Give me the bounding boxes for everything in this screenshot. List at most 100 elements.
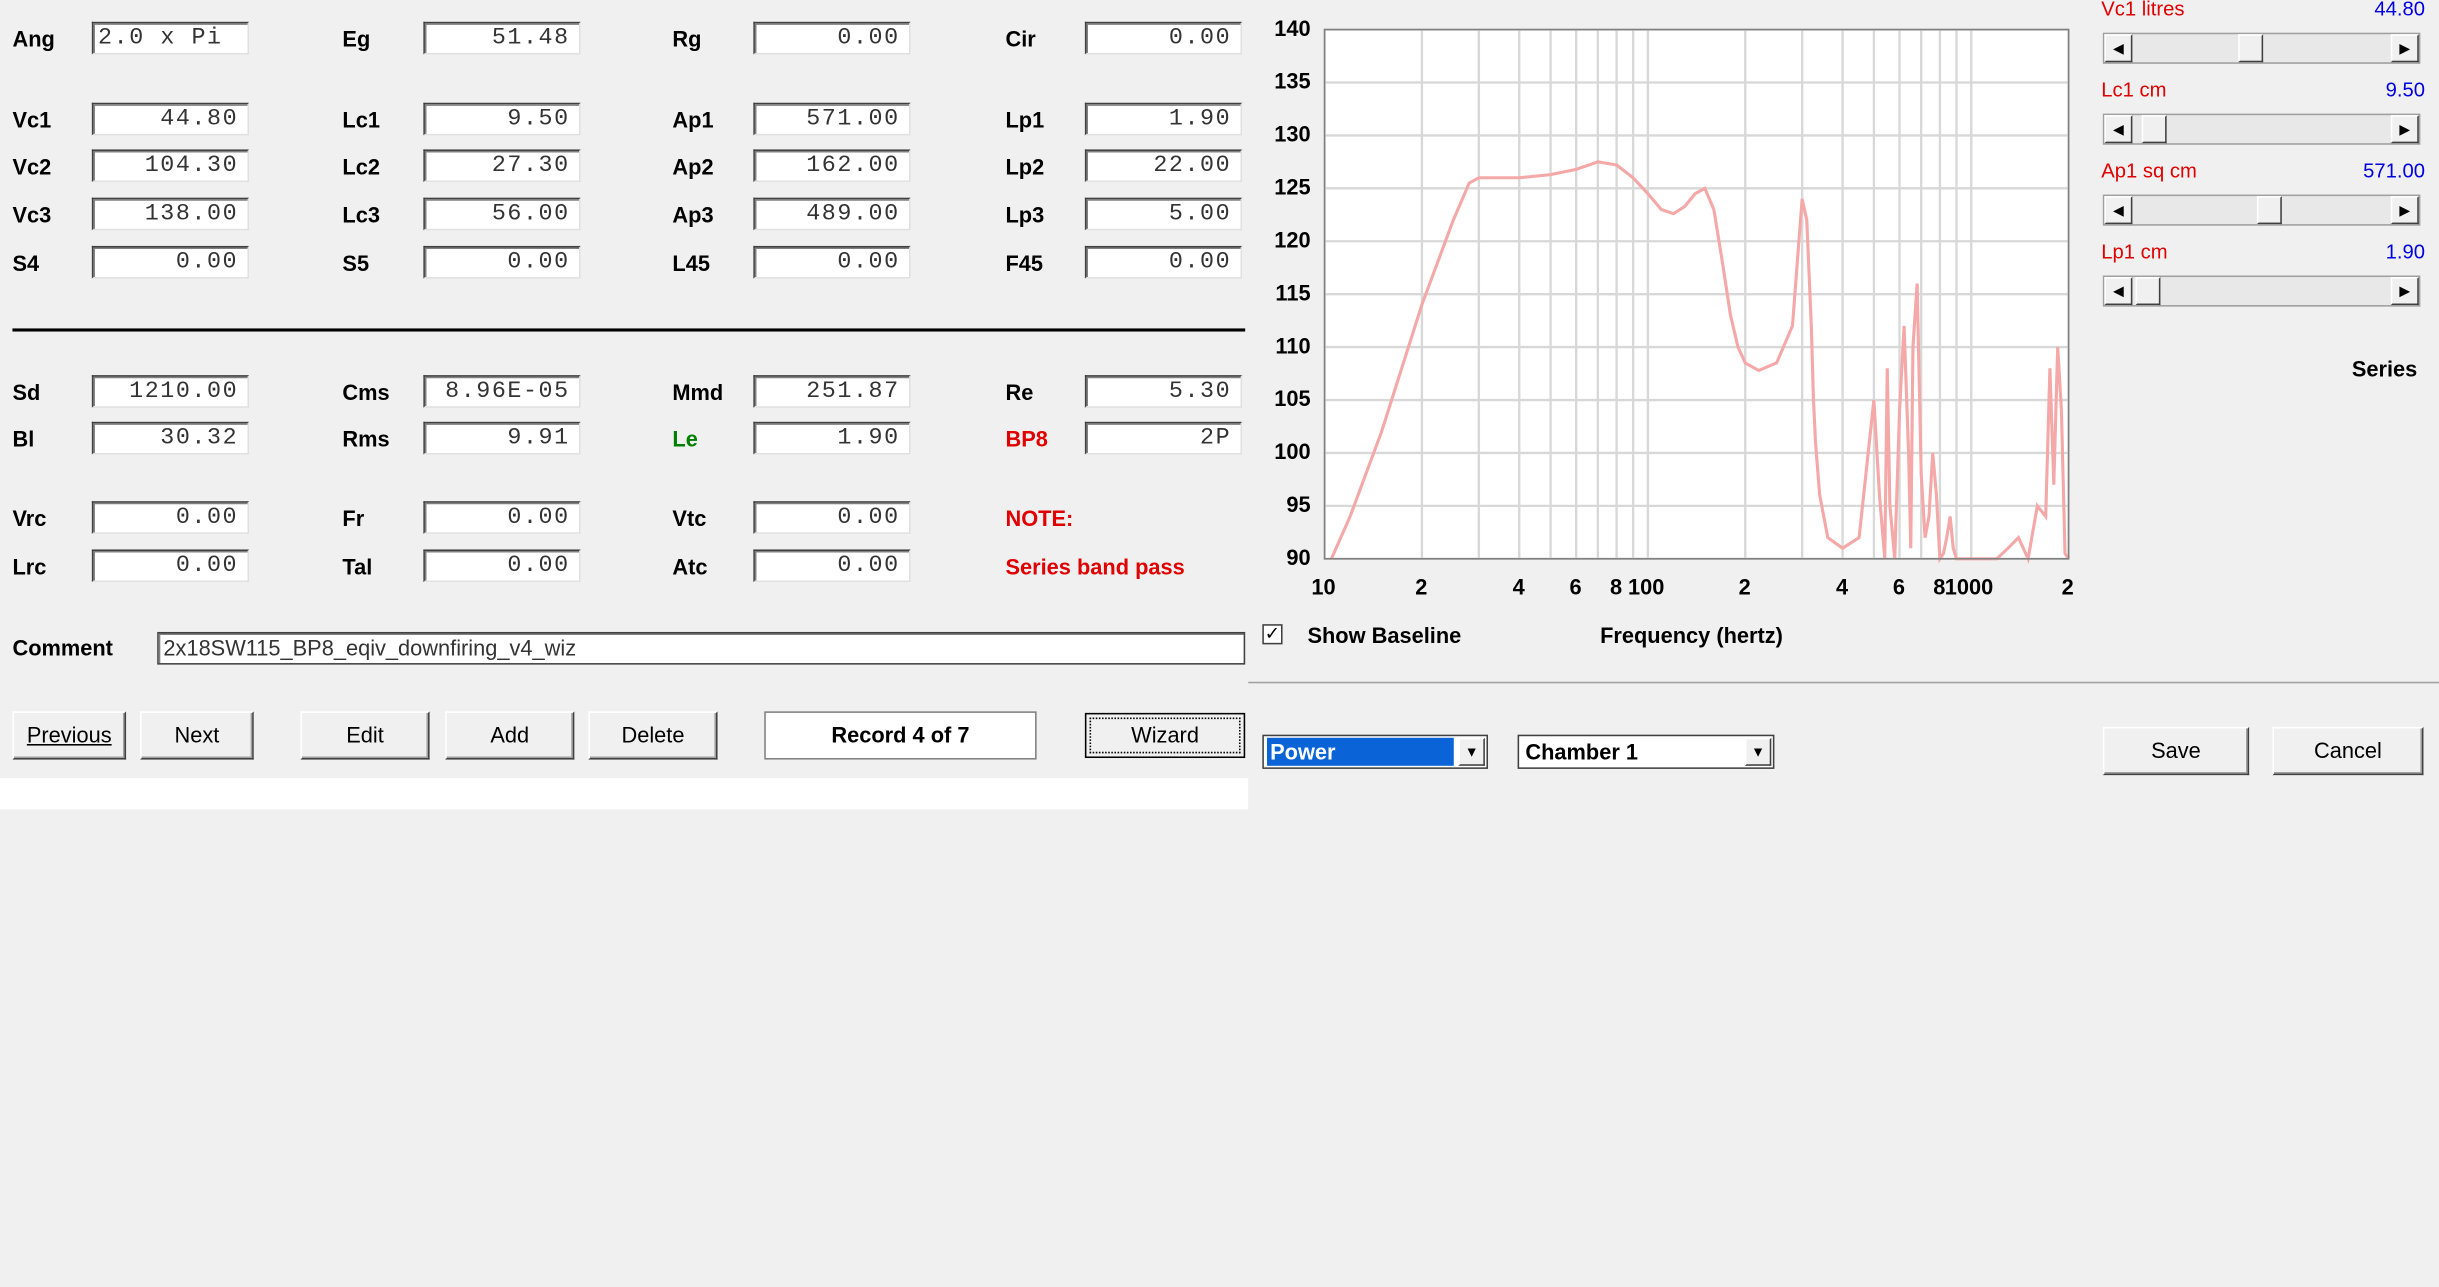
divider-line	[12, 328, 1245, 331]
arrow-right-icon[interactable]: ▶	[2391, 115, 2419, 143]
param-label-f45: F45	[1005, 251, 1043, 276]
param-field-lp2[interactable]: 22.00	[1085, 149, 1242, 182]
param-field-vc2[interactable]: 104.30	[92, 149, 249, 182]
param-label-vc1: Vc1	[12, 107, 51, 132]
wizard-button[interactable]: Wizard	[1085, 713, 1245, 758]
slider-track[interactable]: ◀ ▶	[2103, 114, 2421, 145]
show-baseline-checkbox[interactable]: ✓	[1262, 624, 1282, 644]
param-field-sd[interactable]: 1210.00	[92, 375, 249, 408]
param-field-re[interactable]: 5.30	[1085, 375, 1242, 408]
param-field-bp8[interactable]: 2P	[1085, 422, 1242, 455]
param-field-cir[interactable]: 0.00	[1085, 22, 1242, 55]
add-button[interactable]: Add	[445, 711, 574, 759]
param-label-bp8: BP8	[1005, 426, 1047, 451]
y-tick-label: 115	[1264, 280, 1311, 305]
slider-value: 571.00	[2301, 159, 2426, 182]
save-button[interactable]: Save	[2103, 727, 2249, 775]
chevron-down-icon[interactable]: ▼	[1458, 738, 1484, 766]
param-label-sd: Sd	[12, 380, 40, 405]
arrow-right-icon[interactable]: ▶	[2391, 196, 2419, 224]
param-field-lp3[interactable]: 5.00	[1085, 198, 1242, 231]
next-button[interactable]: Next	[140, 711, 254, 759]
param-label-lc3: Lc3	[342, 202, 380, 227]
param-field-lp1[interactable]: 1.90	[1085, 103, 1242, 136]
x-tick-label: 2	[2062, 574, 2074, 599]
param-field-s5[interactable]: 0.00	[423, 246, 580, 279]
param-label-tal: Tal	[342, 554, 372, 579]
param-label-lp2: Lp2	[1005, 154, 1044, 179]
x-tick-label: 1000	[1945, 574, 1993, 599]
delete-button[interactable]: Delete	[588, 711, 717, 759]
param-field-le[interactable]: 1.90	[753, 422, 910, 455]
param-field-bl[interactable]: 30.32	[92, 422, 249, 455]
y-tick-label: 125	[1264, 174, 1311, 199]
y-tick-label: 110	[1264, 333, 1311, 358]
param-field-vrc[interactable]: 0.00	[92, 501, 249, 534]
y-tick-label: 95	[1264, 492, 1311, 517]
arrow-left-icon[interactable]: ◀	[2104, 115, 2132, 143]
slider-thumb[interactable]	[2142, 115, 2167, 143]
param-field-ang[interactable]: 2.0 x Pi	[92, 22, 249, 55]
param-field-tal[interactable]: 0.00	[423, 549, 580, 582]
param-field-ap3[interactable]: 489.00	[753, 198, 910, 231]
previous-button-label: Previous	[27, 722, 112, 747]
slider-thumb[interactable]	[2256, 196, 2281, 224]
slider-track[interactable]: ◀ ▶	[2103, 195, 2421, 226]
param-field-cms[interactable]: 8.96E-05	[423, 375, 580, 408]
x-tick-label: 8	[1610, 574, 1622, 599]
save-button-label: Save	[2151, 738, 2201, 763]
mode-select[interactable]: Power ▼	[1262, 735, 1488, 769]
delete-button-label: Delete	[621, 722, 684, 747]
param-field-atc[interactable]: 0.00	[753, 549, 910, 582]
param-field-lc3[interactable]: 56.00	[423, 198, 580, 231]
arrow-left-icon[interactable]: ◀	[2104, 277, 2132, 305]
param-label-ap3: Ap3	[672, 202, 713, 227]
slider-value: 44.80	[2301, 0, 2426, 20]
param-field-lc1[interactable]: 9.50	[423, 103, 580, 136]
note-text: Series band pass	[1005, 554, 1184, 579]
comment-field[interactable]: 2x18SW115_BP8_eqiv_downfiring_v4_wiz	[157, 632, 1245, 665]
arrow-right-icon[interactable]: ▶	[2391, 277, 2419, 305]
param-field-fr[interactable]: 0.00	[423, 501, 580, 534]
wizard-button-label: Wizard	[1131, 722, 1199, 747]
edit-button[interactable]: Edit	[300, 711, 429, 759]
previous-button[interactable]: Previous	[12, 711, 126, 759]
param-field-mmd[interactable]: 251.87	[753, 375, 910, 408]
param-label-lp1: Lp1	[1005, 107, 1044, 132]
param-field-eg[interactable]: 51.48	[423, 22, 580, 55]
param-label-vc2: Vc2	[12, 154, 51, 179]
slider-value: 1.90	[2301, 240, 2426, 263]
slider-label: Vc1 litres	[2101, 0, 2184, 20]
add-button-label: Add	[490, 722, 529, 747]
param-field-rms[interactable]: 9.91	[423, 422, 580, 455]
edit-button-label: Edit	[346, 722, 384, 747]
cancel-button[interactable]: Cancel	[2272, 727, 2423, 775]
arrow-right-icon[interactable]: ▶	[2391, 34, 2419, 62]
param-field-vtc[interactable]: 0.00	[753, 501, 910, 534]
x-tick-label: 8	[1933, 574, 1945, 599]
slider-value: 9.50	[2301, 78, 2426, 101]
param-field-rg[interactable]: 0.00	[753, 22, 910, 55]
param-field-vc3[interactable]: 138.00	[92, 198, 249, 231]
param-field-ap2[interactable]: 162.00	[753, 149, 910, 182]
param-label-mmd: Mmd	[672, 380, 723, 405]
param-field-f45[interactable]: 0.00	[1085, 246, 1242, 279]
y-tick-label: 135	[1264, 68, 1311, 93]
chevron-down-icon[interactable]: ▼	[1745, 738, 1771, 766]
arrow-left-icon[interactable]: ◀	[2104, 196, 2132, 224]
param-field-lc2[interactable]: 27.30	[423, 149, 580, 182]
slider-track[interactable]: ◀ ▶	[2103, 276, 2421, 307]
chamber-select[interactable]: Chamber 1 ▼	[1518, 735, 1775, 769]
slider-thumb[interactable]	[2237, 34, 2262, 62]
param-field-ap1[interactable]: 571.00	[753, 103, 910, 136]
param-label-le: Le	[672, 426, 697, 451]
arrow-left-icon[interactable]: ◀	[2104, 34, 2132, 62]
param-field-l45[interactable]: 0.00	[753, 246, 910, 279]
y-tick-label: 140	[1264, 16, 1311, 41]
record-counter: Record 4 of 7	[764, 711, 1036, 759]
param-field-s4[interactable]: 0.00	[92, 246, 249, 279]
slider-track[interactable]: ◀ ▶	[2103, 33, 2421, 64]
param-field-vc1[interactable]: 44.80	[92, 103, 249, 136]
param-field-lrc[interactable]: 0.00	[92, 549, 249, 582]
slider-thumb[interactable]	[2135, 277, 2160, 305]
